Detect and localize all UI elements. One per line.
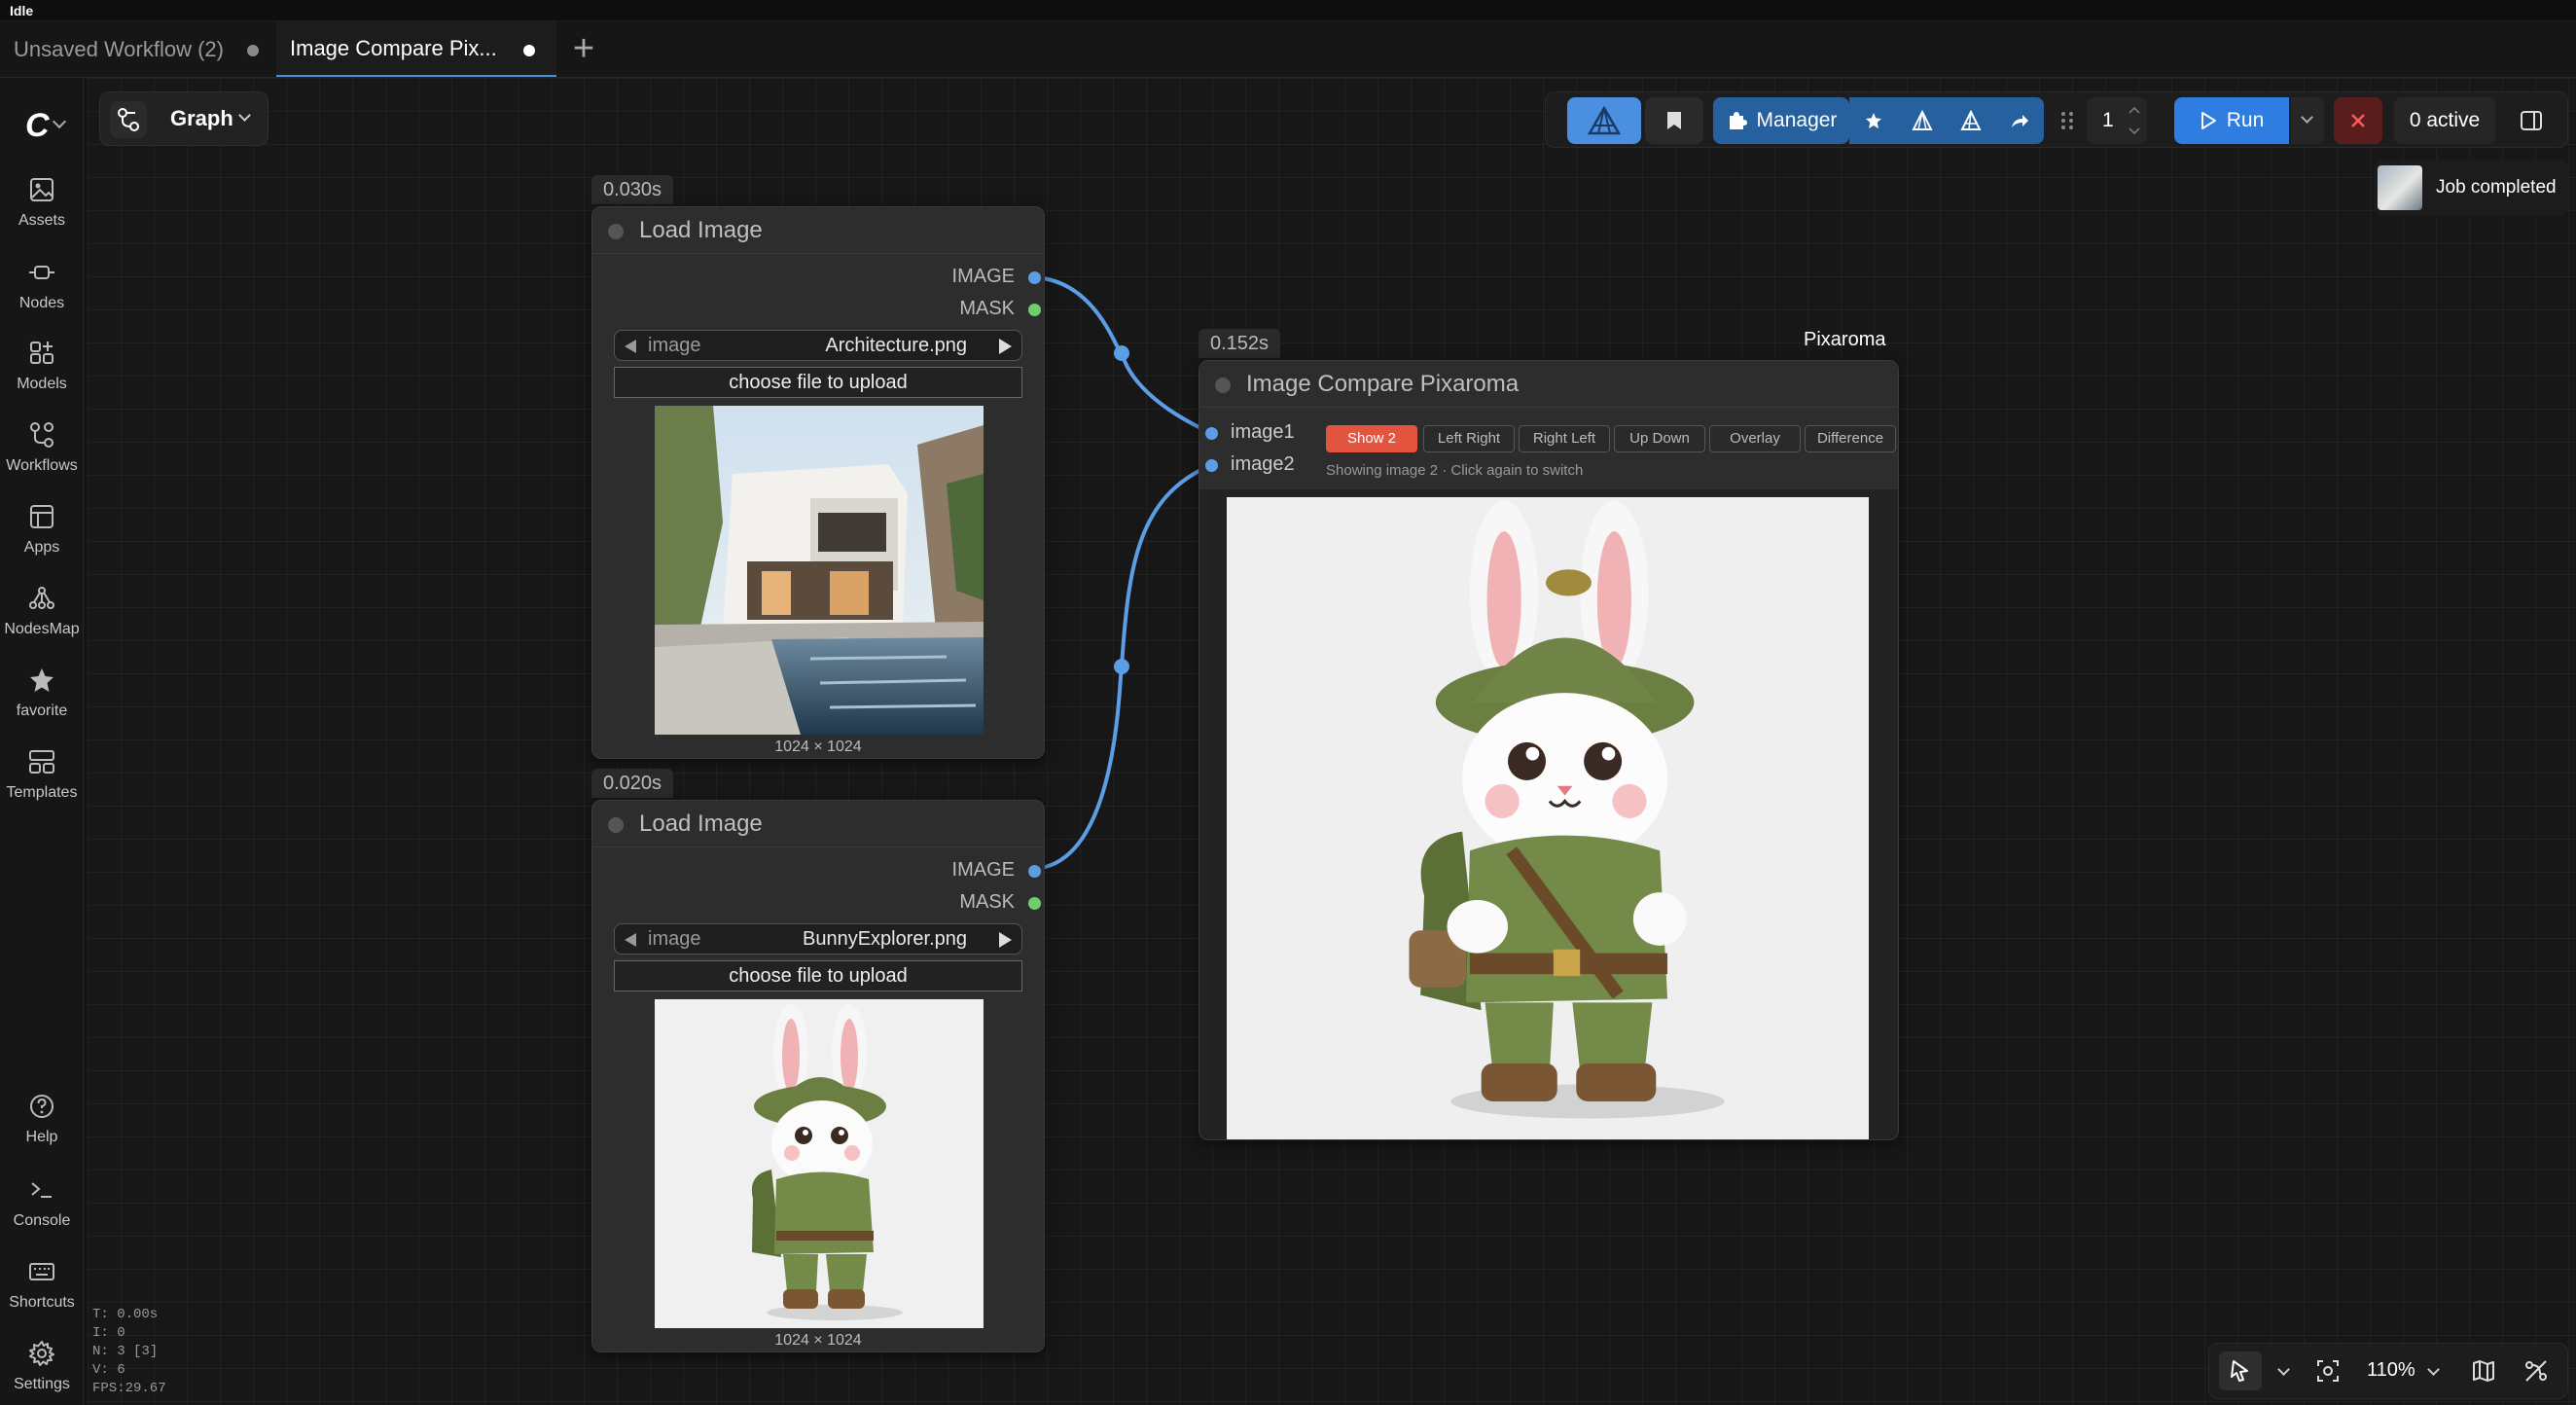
show-2-button[interactable]: Show 2 [1326, 425, 1417, 452]
zoom-level[interactable]: 110% [2367, 1359, 2415, 1382]
stat-time: T: 0.00s [92, 1307, 159, 1322]
node-title: Image Compare Pixaroma [1246, 371, 1520, 397]
node-timer: 0.030s [591, 175, 674, 204]
output-mask-label: MASK [959, 891, 1015, 913]
load-image-node-1[interactable]: Load Image IMAGE MASK image Architecture… [591, 206, 1045, 759]
toggle-links-button[interactable] [2517, 1351, 2556, 1390]
node-title: Load Image [639, 811, 763, 837]
node-title-bar[interactable]: Load Image [592, 207, 1044, 254]
output-image-label: IMAGE [951, 859, 1015, 881]
output-image-label: IMAGE [951, 266, 1015, 287]
image-combo-widget[interactable]: image BunnyExplorer.png [614, 923, 1022, 955]
image-compare-node[interactable]: Image Compare Pixaroma image1 image2 Sho… [1199, 360, 1899, 1140]
chevron-down-icon[interactable] [2427, 1363, 2440, 1376]
chevron-down-icon[interactable] [2277, 1363, 2290, 1376]
output-mask-label: MASK [959, 298, 1015, 319]
widget-label: image [648, 928, 701, 950]
load-image-node-2[interactable]: Load Image IMAGE MASK image BunnyExplore… [591, 800, 1045, 1352]
bunny-image-preview [655, 999, 984, 1328]
cursor-arrow-icon [2231, 1360, 2248, 1382]
right-left-button[interactable]: Right Left [1519, 425, 1610, 452]
map-icon [2473, 1360, 2494, 1382]
node-title: Load Image [639, 217, 763, 243]
input-image2-label: image2 [1231, 453, 1295, 475]
widget-label: image [648, 335, 701, 356]
input-image1-socket[interactable] [1205, 427, 1218, 440]
output-mask-socket[interactable] [1028, 304, 1041, 316]
node-status-dot[interactable] [1215, 378, 1231, 393]
image-combo-widget[interactable]: image Architecture.png [614, 330, 1022, 361]
node-status-dot[interactable] [608, 817, 624, 833]
input-image1-label: image1 [1231, 421, 1295, 443]
output-mask-socket[interactable] [1028, 897, 1041, 910]
arrow-left-icon[interactable] [625, 340, 636, 353]
canvas-controls: 110% [2208, 1343, 2568, 1399]
link-midpoint-dot[interactable] [1114, 345, 1129, 361]
canvas-stats: T: 0.00s I: 0 N: 3 [3] V: 6 FPS:29.67 [92, 1306, 166, 1398]
link-midpoint-dot[interactable] [1114, 659, 1129, 674]
upload-button[interactable]: choose file to upload [614, 367, 1022, 398]
stat-fps: FPS:29.67 [92, 1381, 166, 1396]
widget-value: Architecture.png [825, 335, 967, 356]
fit-view-button[interactable] [2308, 1351, 2347, 1390]
select-tool-button[interactable] [2219, 1351, 2262, 1390]
upload-button[interactable]: choose file to upload [614, 960, 1022, 991]
focus-icon [2317, 1360, 2339, 1382]
stat-nodes: N: 3 [3] [92, 1344, 159, 1359]
node-timer: 0.152s [1199, 329, 1281, 358]
overlay-button[interactable]: Overlay [1709, 425, 1801, 452]
left-right-button[interactable]: Left Right [1423, 425, 1515, 452]
compare-image-viewer[interactable] [1227, 497, 1869, 1139]
arrow-right-icon[interactable] [999, 339, 1012, 354]
node-title-bar[interactable]: Image Compare Pixaroma [1199, 361, 1898, 408]
input-image2-socket[interactable] [1205, 459, 1218, 472]
compare-mode-buttons: Show 2 Left Right Right Left Up Down Ove… [1326, 425, 1896, 454]
bunny-explorer-image [1227, 497, 1869, 1139]
links-hidden-icon [2525, 1360, 2547, 1382]
node-title-bar[interactable]: Load Image [592, 801, 1044, 847]
up-down-button[interactable]: Up Down [1614, 425, 1705, 452]
pixaroma-badge: Pixaroma [1804, 329, 1886, 350]
architecture-image-preview [655, 406, 984, 735]
arrow-left-icon[interactable] [625, 933, 636, 947]
output-image-socket[interactable] [1028, 865, 1041, 878]
node-status-dot[interactable] [608, 224, 624, 239]
node-timer: 0.020s [591, 769, 674, 798]
image-dimensions: 1024 × 1024 [774, 1332, 862, 1349]
minimap-button[interactable] [2464, 1351, 2503, 1390]
output-image-socket[interactable] [1028, 271, 1041, 284]
compare-status-text: Showing image 2 · Click again to switch [1326, 462, 1584, 479]
difference-button[interactable]: Difference [1805, 425, 1896, 452]
stat-i: I: 0 [92, 1325, 125, 1341]
widget-value: BunnyExplorer.png [802, 928, 967, 950]
stat-v: V: 6 [92, 1362, 125, 1378]
image-dimensions: 1024 × 1024 [774, 739, 862, 755]
arrow-right-icon[interactable] [999, 932, 1012, 948]
